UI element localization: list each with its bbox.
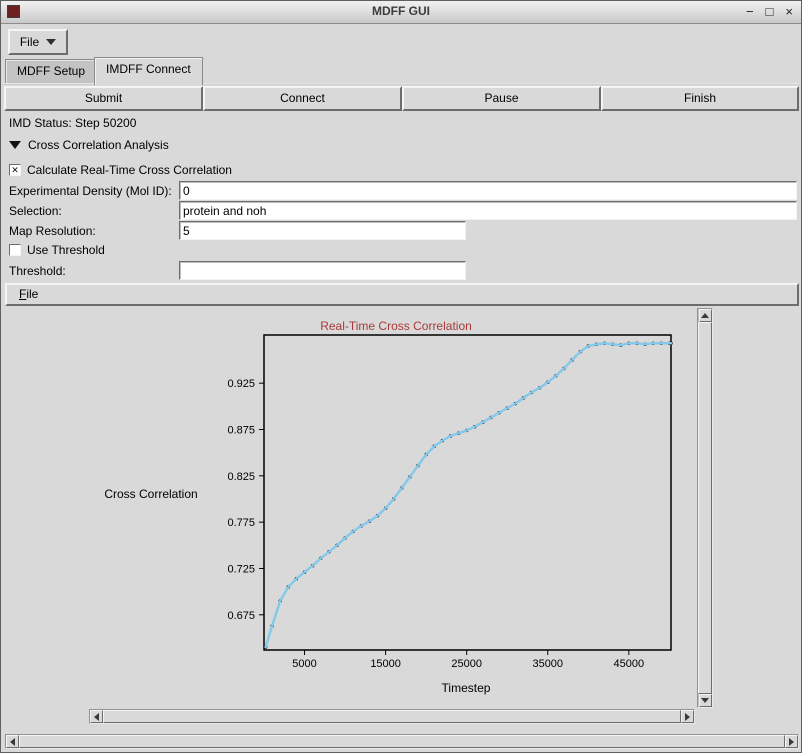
svg-text:5000: 5000 [292, 658, 316, 670]
imd-status-text: IMD Status: Step 50200 [9, 116, 136, 130]
vertical-scrollbar-thumb[interactable] [698, 322, 712, 694]
mdff-gui-window: MDFF GUI − □ × File MDFF Setup IMDFF Con… [0, 0, 802, 753]
file-menu-label: File [20, 35, 39, 49]
tab-imdff-connect[interactable]: IMDFF Connect [94, 57, 203, 85]
titlebar: MDFF GUI − □ × [1, 1, 801, 24]
scroll-right-arrow[interactable] [681, 710, 694, 723]
calc-cc-checkbox[interactable]: ✕ [9, 164, 21, 176]
up-arrow-icon [701, 313, 709, 318]
threshold-label: Threshold: [9, 264, 66, 278]
svg-text:25000: 25000 [451, 658, 482, 670]
close-icon[interactable]: × [785, 4, 793, 20]
plot-file-menu[interactable]: File [19, 287, 38, 301]
threshold-input[interactable] [179, 261, 466, 280]
use-threshold-label: Use Threshold [27, 243, 105, 257]
svg-text:0.875: 0.875 [227, 425, 255, 437]
calc-cc-checkbox-label: Calculate Real-Time Cross Correlation [27, 163, 232, 177]
experimental-density-input[interactable] [179, 181, 797, 200]
window-scrollbar-thumb[interactable] [19, 735, 785, 748]
plot-window: File Real-Time Cross Correlation Cross C… [5, 283, 799, 729]
finish-button[interactable]: Finish [601, 86, 799, 111]
map-resolution-input[interactable] [179, 221, 466, 240]
plot-horizontal-scrollbar[interactable] [89, 709, 695, 724]
scroll-left-arrow[interactable] [90, 710, 103, 723]
window-scroll-left-arrow[interactable] [6, 735, 19, 748]
pause-button[interactable]: Pause [402, 86, 601, 111]
scroll-up-arrow[interactable] [699, 309, 712, 322]
horizontal-scrollbar-thumb[interactable] [103, 710, 681, 723]
selection-label: Selection: [9, 204, 62, 218]
cc-header-label: Cross Correlation Analysis [28, 138, 169, 152]
svg-text:0.775: 0.775 [227, 517, 255, 529]
plot-vertical-scrollbar[interactable] [697, 308, 713, 708]
collapse-triangle-icon[interactable] [9, 141, 21, 149]
window-title: MDFF GUI [1, 4, 801, 18]
svg-text:0.825: 0.825 [227, 471, 255, 483]
use-threshold-checkbox[interactable] [9, 244, 21, 256]
plot-menubar: File [5, 283, 799, 306]
connect-button[interactable]: Connect [203, 86, 402, 111]
svg-text:15000: 15000 [370, 658, 401, 670]
maximize-icon[interactable]: □ [766, 4, 774, 20]
svg-text:0.725: 0.725 [227, 563, 255, 575]
cross-correlation-section-header[interactable]: Cross Correlation Analysis [9, 138, 169, 152]
selection-input[interactable] [179, 201, 797, 220]
svg-text:0.675: 0.675 [227, 610, 255, 622]
tab-mdff-setup-label: MDFF Setup [17, 64, 85, 78]
minimize-icon[interactable]: − [746, 4, 754, 20]
plot-canvas: Real-Time Cross Correlation Cross Correl… [6, 308, 695, 708]
left-arrow-icon [94, 713, 99, 721]
file-menubutton[interactable]: File [8, 29, 68, 55]
right-arrow-icon [789, 738, 794, 746]
experimental-density-label: Experimental Density (Mol ID): [9, 184, 172, 198]
map-resolution-label: Map Resolution: [9, 224, 96, 238]
down-arrow-icon [701, 698, 709, 703]
calc-cc-checkbox-row: ✕ Calculate Real-Time Cross Correlation [9, 163, 232, 177]
tab-imdff-connect-label: IMDFF Connect [106, 62, 191, 76]
dropdown-arrow-icon [46, 39, 56, 45]
scroll-down-arrow[interactable] [699, 694, 712, 707]
svg-text:0.925: 0.925 [227, 378, 255, 390]
window-horizontal-scrollbar[interactable] [5, 734, 799, 749]
submit-button[interactable]: Submit [4, 86, 203, 111]
right-arrow-icon [685, 713, 690, 721]
use-threshold-row: Use Threshold [9, 243, 105, 257]
left-arrow-icon [10, 738, 15, 746]
svg-text:35000: 35000 [532, 658, 563, 670]
tab-mdff-setup[interactable]: MDFF Setup [5, 59, 97, 83]
window-scroll-right-arrow[interactable] [785, 735, 798, 748]
window-controls: − □ × [746, 4, 793, 20]
svg-text:45000: 45000 [614, 658, 645, 670]
cc-plot-svg: 0.675 0.725 0.775 0.825 0.875 0.925 5000 15000 2… [6, 308, 695, 708]
